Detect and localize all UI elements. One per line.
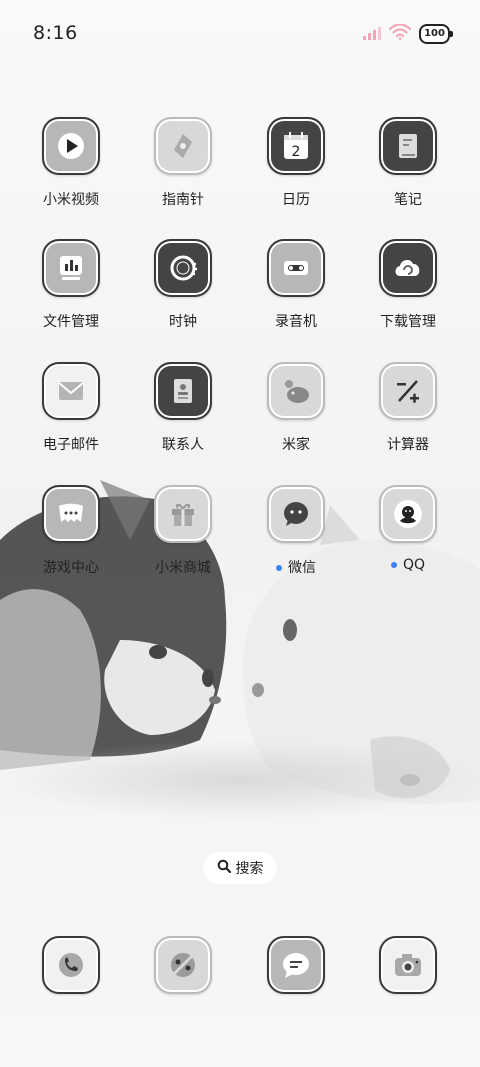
app-email[interactable]: 电子邮件 xyxy=(15,362,127,462)
dock-camera[interactable] xyxy=(352,936,464,1000)
app-label: 微信 xyxy=(240,557,352,577)
app-label-text: QQ xyxy=(402,557,426,573)
status-time: 8:16 xyxy=(33,22,78,44)
status-icons: 100 xyxy=(363,22,453,46)
mijia-icon xyxy=(267,362,325,420)
search-label: 搜索 xyxy=(235,861,264,877)
contacts-icon xyxy=(154,362,212,420)
compass-icon xyxy=(154,117,212,175)
calculator-icon xyxy=(379,362,437,420)
app-label: 笔记 xyxy=(394,192,422,208)
battery-indicator: 100 xyxy=(419,24,453,44)
app-label: 游戏中心 xyxy=(43,560,99,576)
app-contacts[interactable]: 联系人 xyxy=(127,362,239,462)
app-mi-store[interactable]: 小米商城 xyxy=(127,485,239,585)
dock xyxy=(0,936,480,1000)
phone-icon xyxy=(42,936,100,994)
clock-icon xyxy=(154,239,212,297)
app-mi-video[interactable]: 小米视频 xyxy=(15,117,127,217)
search-button[interactable]: 搜索 xyxy=(203,852,277,884)
notes-icon xyxy=(379,117,437,175)
signal-icon xyxy=(363,25,381,44)
app-label: 小米视频 xyxy=(43,192,99,208)
app-qq[interactable]: QQ xyxy=(352,485,464,585)
app-notes[interactable]: 笔记 xyxy=(352,117,464,217)
notification-dot xyxy=(276,565,282,571)
qq-penguin-icon xyxy=(379,485,437,543)
download-cloud-icon xyxy=(379,239,437,297)
notification-dot xyxy=(390,562,397,568)
app-calendar[interactable]: 2 日历 xyxy=(240,117,352,217)
status-bar: 8:16 100 xyxy=(0,0,480,68)
app-label: 电子邮件 xyxy=(43,437,99,453)
app-calculator[interactable]: 计算器 xyxy=(352,362,464,462)
app-wechat[interactable]: 微信 xyxy=(240,485,352,585)
app-recorder[interactable]: 录音机 xyxy=(240,239,352,339)
camera-icon xyxy=(379,936,437,994)
app-label: 小米商城 xyxy=(155,560,211,576)
app-file-manager[interactable]: 文件管理 xyxy=(15,239,127,339)
file-manager-icon xyxy=(42,239,100,297)
app-label: 文件管理 xyxy=(43,314,99,330)
app-label: 日历 xyxy=(282,192,310,208)
app-compass[interactable]: 指南针 xyxy=(127,117,239,217)
browser-icon xyxy=(154,936,212,994)
app-mijia[interactable]: 米家 xyxy=(240,362,352,462)
play-icon xyxy=(42,117,100,175)
gift-icon xyxy=(154,485,212,543)
calendar-icon: 2 xyxy=(267,117,325,175)
app-game-center[interactable]: 游戏中心 xyxy=(15,485,127,585)
game-center-icon xyxy=(42,485,100,543)
wechat-icon xyxy=(267,485,325,543)
app-label: 录音机 xyxy=(275,314,317,330)
mail-icon xyxy=(42,362,100,420)
app-clock[interactable]: 时钟 xyxy=(127,239,239,339)
messages-icon xyxy=(267,936,325,994)
app-label: 时钟 xyxy=(169,314,197,330)
app-label: QQ xyxy=(352,557,464,573)
app-label: 下载管理 xyxy=(380,314,436,330)
app-label: 联系人 xyxy=(162,437,204,453)
recorder-icon xyxy=(267,239,325,297)
dock-phone[interactable] xyxy=(15,936,127,1000)
app-label: 计算器 xyxy=(387,437,429,453)
app-label-text: 微信 xyxy=(288,560,316,576)
wifi-icon xyxy=(388,23,412,44)
dock-messages[interactable] xyxy=(240,936,352,1000)
search-icon xyxy=(217,859,231,877)
app-download-manager[interactable]: 下载管理 xyxy=(352,239,464,339)
app-label: 米家 xyxy=(282,437,310,453)
calendar-day: 2 xyxy=(292,144,301,160)
dock-browser[interactable] xyxy=(127,936,239,1000)
app-label: 指南针 xyxy=(162,192,204,208)
